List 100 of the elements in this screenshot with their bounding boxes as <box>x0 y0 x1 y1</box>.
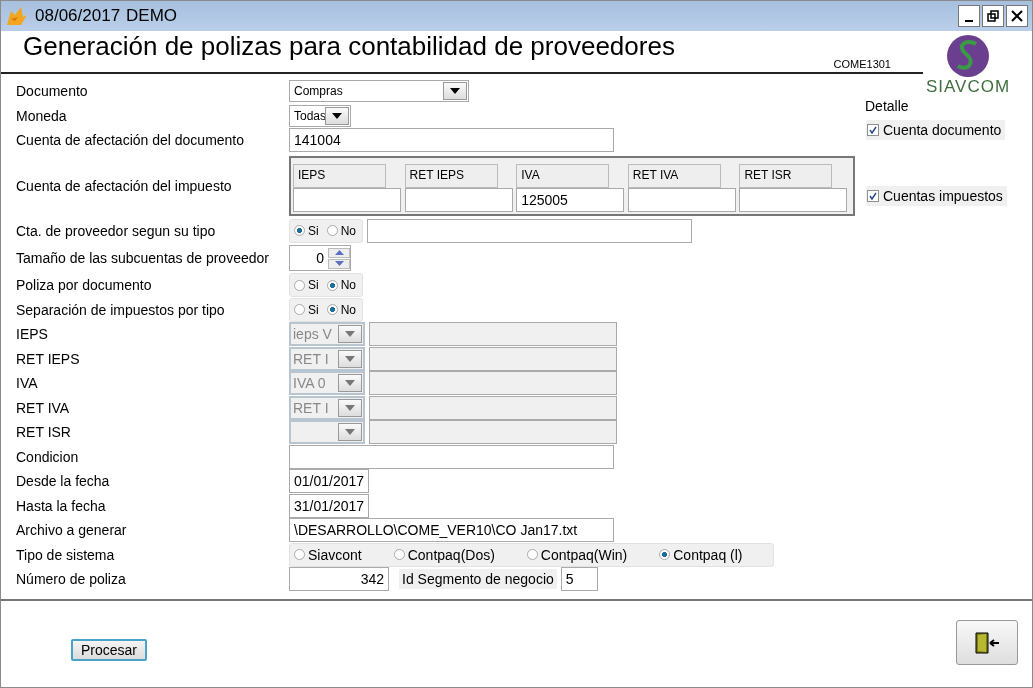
column-header: IEPS <box>293 163 386 188</box>
exit-door-icon <box>974 631 1000 654</box>
field-label: Poliza por documento <box>16 277 153 294</box>
radio-option[interactable]: Contpaq (l) <box>659 546 743 563</box>
radio-option[interactable]: Si <box>294 223 319 238</box>
radio-icon[interactable] <box>659 549 671 561</box>
radio-option[interactable]: Siavcont <box>294 546 362 563</box>
field-label: Número de poliza <box>16 571 127 588</box>
radio-option[interactable]: Si <box>294 302 319 317</box>
field-label: Documento <box>16 83 89 100</box>
radio-label: No <box>340 223 356 238</box>
radio-icon[interactable] <box>326 304 338 316</box>
field-label: Hasta la fecha <box>16 497 107 514</box>
restore-button[interactable] <box>982 5 1004 27</box>
checkbox-label: Cuentas impuestos <box>883 188 1003 204</box>
account-field[interactable] <box>739 187 848 212</box>
check-icon <box>869 126 877 134</box>
field-label: Condicion <box>16 448 80 465</box>
minimize-button[interactable] <box>958 5 980 27</box>
account-field[interactable] <box>404 187 513 212</box>
field-label: Cta. de proveedor segun su tipo <box>16 222 217 239</box>
radio-icon[interactable] <box>526 549 538 561</box>
column-header: RET IVA <box>627 163 721 188</box>
radio-icon[interactable] <box>294 549 305 561</box>
radio-icon[interactable] <box>294 304 305 316</box>
section-label: Detalle <box>865 98 909 114</box>
field-label: Tipo de sistema <box>16 546 116 563</box>
field-label: Cuenta de afectación del documento <box>16 132 246 149</box>
caret-icon <box>345 355 355 362</box>
radio-label: Siavcont <box>308 546 362 563</box>
text-field[interactable] <box>369 395 617 420</box>
radio-label: Si <box>308 302 319 317</box>
exit-button[interactable] <box>956 620 1018 665</box>
radio-icon[interactable] <box>393 549 405 561</box>
column-header: RET ISR <box>739 163 833 188</box>
number-spinner[interactable]: 0 <box>289 245 351 271</box>
window-mode: DEMO <box>126 6 178 26</box>
field-label: Separación de impuestos por tipo <box>16 301 226 318</box>
caret-icon <box>332 112 342 119</box>
text-field[interactable]: \DESARROLLO\COME_VER10\CO Jan17.txt <box>289 518 614 543</box>
close-button[interactable] <box>1006 5 1028 27</box>
caret-icon <box>450 88 460 95</box>
radio-label: Si <box>308 278 319 293</box>
close-icon <box>1011 10 1023 22</box>
radio-icon[interactable] <box>294 225 305 237</box>
radio-option[interactable]: No <box>326 223 356 238</box>
text-field[interactable]: 141004 <box>289 128 614 153</box>
radio-icon[interactable] <box>326 225 338 237</box>
account-field[interactable] <box>293 187 401 212</box>
field-label: RET IVA <box>16 399 71 416</box>
radio-label: Si <box>308 223 319 238</box>
field-label: RET IEPS <box>16 350 81 367</box>
date-field[interactable]: 31/01/2017 <box>289 493 369 518</box>
date-field[interactable]: 01/01/2017 <box>289 469 369 494</box>
account-field[interactable] <box>627 187 736 212</box>
text-field[interactable] <box>369 420 617 445</box>
restore-icon <box>987 10 999 22</box>
caret-icon <box>345 380 355 387</box>
field-label: RET ISR <box>16 424 72 441</box>
text-field[interactable] <box>369 371 617 396</box>
check-icon <box>869 192 877 200</box>
window-date: 08/06/2017 <box>35 6 121 26</box>
radio-label: No <box>340 302 356 317</box>
checkbox-option[interactable]: Cuentas impuestos <box>866 186 1007 206</box>
checkbox[interactable] <box>867 124 879 136</box>
column-header: RET IEPS <box>404 163 498 188</box>
caret-icon <box>345 404 355 411</box>
checkbox-option[interactable]: Cuenta documento <box>866 120 1006 140</box>
field-label: IEPS <box>16 326 49 343</box>
text-field[interactable] <box>367 218 692 243</box>
text-field[interactable] <box>369 322 617 347</box>
field-label: IVA <box>16 375 39 392</box>
text-field[interactable] <box>369 346 617 371</box>
checkbox[interactable] <box>867 190 879 202</box>
checkbox-label: Cuenta documento <box>883 122 1002 138</box>
radio-option[interactable]: No <box>326 278 356 293</box>
radio-icon[interactable] <box>326 279 338 291</box>
caret-icon <box>345 429 355 436</box>
dropdown[interactable]: Compras <box>289 80 469 103</box>
radio-label: No <box>340 278 356 293</box>
radio-icon[interactable] <box>294 279 305 291</box>
field-label: Moneda <box>16 107 68 124</box>
number-field[interactable]: 342 <box>289 567 389 592</box>
field-label: Desde la fecha <box>16 473 111 490</box>
caret-icon <box>345 331 355 338</box>
logo-icon <box>944 34 992 78</box>
radio-option[interactable]: Si <box>294 278 319 293</box>
dropdown[interactable]: Todas <box>289 104 351 127</box>
column-header: IVA <box>516 163 610 188</box>
number-field[interactable]: 5 <box>560 567 598 592</box>
minimize-icon <box>965 20 973 22</box>
screen-code: COME1301 <box>833 58 891 70</box>
field-label: Tamaño de las subcuentas de proveedor <box>16 250 270 266</box>
account-field[interactable]: 125005 <box>516 187 625 212</box>
process-button[interactable]: Procesar <box>71 639 148 661</box>
field-label: Id Segmento de negocio <box>399 569 557 590</box>
page-title: Generación de polizas para contabilidad de proveedores <box>23 31 675 62</box>
logo-text: SIAVCOM <box>925 78 1011 96</box>
radio-option[interactable]: No <box>326 302 356 317</box>
text-field[interactable] <box>289 444 614 469</box>
